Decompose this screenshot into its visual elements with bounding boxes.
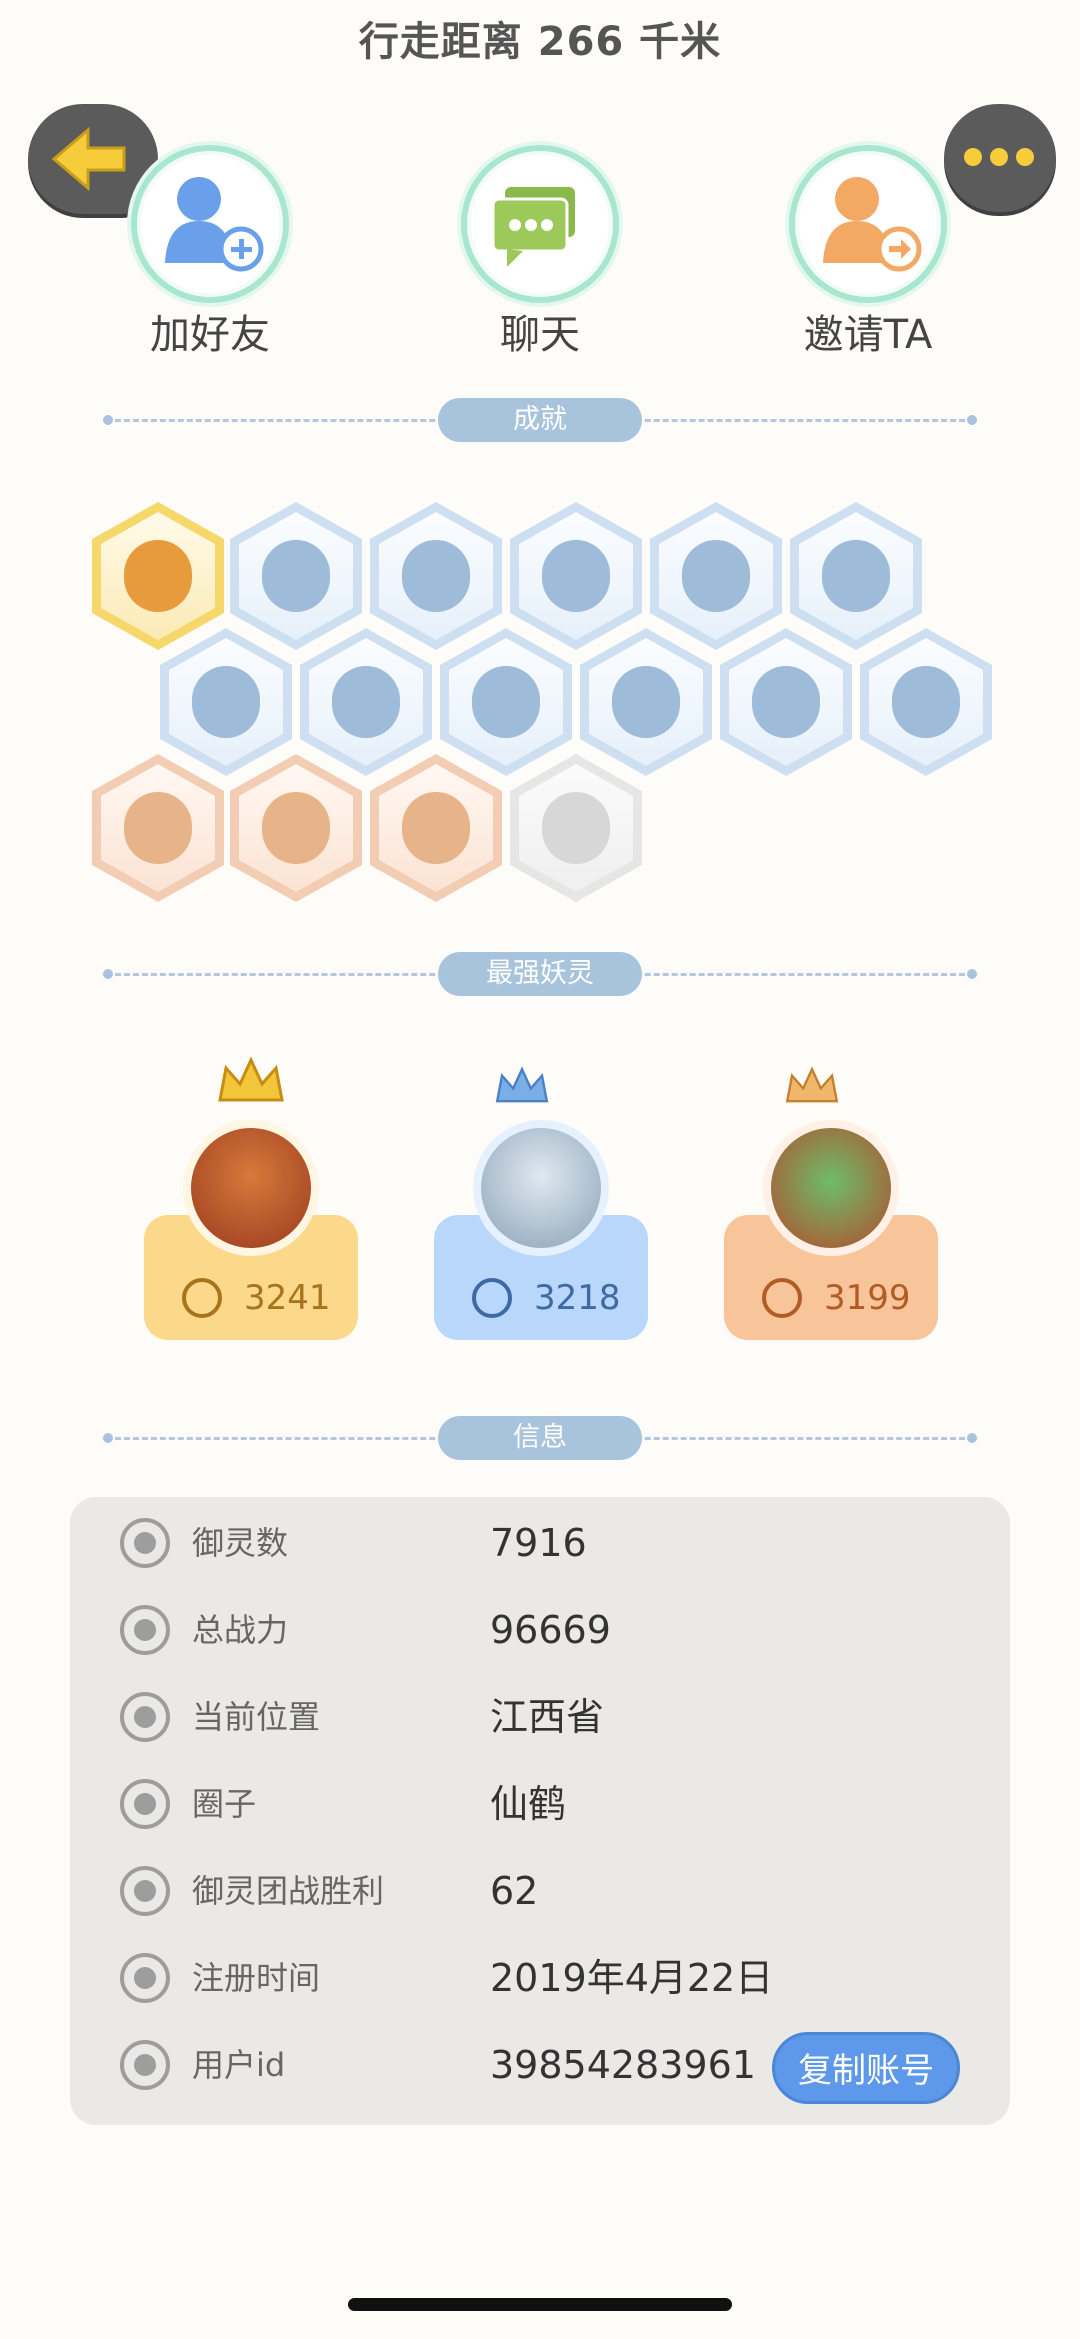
home-indicator[interactable]: [348, 2298, 732, 2311]
achievement-badge[interactable]: [720, 628, 852, 776]
achievements-divider: 成就: [103, 398, 977, 442]
id-card-icon: [120, 2040, 170, 2090]
info-value: 96669: [490, 1608, 611, 1652]
spirit-power: 3241: [244, 1278, 331, 1318]
strongest-divider: 最强妖灵: [103, 952, 977, 996]
add-friend-label: 加好友: [150, 312, 270, 358]
copy-account-button[interactable]: 复制账号: [772, 2032, 960, 2104]
info-label: 当前位置: [192, 1698, 321, 1736]
team-battle-icon: [120, 1866, 170, 1916]
achievement-badge[interactable]: [370, 754, 502, 902]
invite-icon: [789, 145, 947, 303]
info-label: 御灵团战胜利: [192, 1872, 385, 1910]
spirit-avatar: [473, 1120, 609, 1256]
strongest-spirit-3[interactable]: 3199: [724, 1050, 938, 1340]
sword-icon: [762, 1278, 802, 1318]
sword-icon: [472, 1278, 512, 1318]
more-dots-icon: [964, 148, 1034, 166]
info-label: 总战力: [192, 1611, 289, 1649]
info-value: 2019年4月22日: [490, 1956, 774, 2000]
clock-icon: [120, 1953, 170, 2003]
info-row-user-id: 用户id 39854283961 复制账号: [70, 2022, 1010, 2109]
info-row-circle: 圈子 仙鹤: [70, 1761, 1010, 1848]
info-value: 7916: [490, 1521, 587, 1565]
info-value: 62: [490, 1869, 539, 1913]
invite-label: 邀请TA: [803, 312, 933, 358]
info-value: 江西省: [490, 1695, 605, 1739]
achievements-heading: 成就: [438, 398, 642, 442]
invite-action[interactable]: 邀请TA: [768, 145, 968, 363]
strongest-spirit-1[interactable]: 3241: [144, 1050, 358, 1340]
spirit-avatar: [763, 1120, 899, 1256]
info-value: 39854283961: [490, 2043, 756, 2087]
info-value: 仙鹤: [490, 1782, 567, 1826]
info-divider: 信息: [103, 1416, 977, 1460]
circle-icon: [120, 1779, 170, 1829]
info-row-spirits: 御灵数 7916: [70, 1500, 1010, 1587]
location-pin-icon: [120, 1692, 170, 1742]
spirit-power: 3199: [824, 1278, 911, 1318]
info-label: 注册时间: [192, 1959, 321, 1997]
spirit-avatar: [183, 1120, 319, 1256]
sword-icon: [182, 1278, 222, 1318]
info-row-team-battle: 御灵团战胜利 62: [70, 1848, 1010, 1935]
info-row-register-date: 注册时间 2019年4月22日: [70, 1935, 1010, 2022]
info-row-location: 当前位置 江西省: [70, 1674, 1010, 1761]
strongest-spirit-2[interactable]: 3218: [434, 1050, 648, 1340]
spirit-icon: [120, 1518, 170, 1568]
sword-icon: [120, 1605, 170, 1655]
strongest-heading: 最强妖灵: [438, 952, 642, 996]
info-row-power: 总战力 96669: [70, 1587, 1010, 1674]
add-friend-icon: [131, 145, 289, 303]
info-label: 御灵数: [192, 1524, 289, 1562]
add-friend-action[interactable]: 加好友: [110, 145, 310, 363]
page-title: 行走距离 266 千米: [358, 19, 722, 65]
achievement-badge-locked[interactable]: [510, 754, 642, 902]
info-label: 用户id: [192, 2046, 286, 2084]
info-heading: 信息: [438, 1416, 642, 1460]
spirit-power: 3218: [534, 1278, 621, 1318]
chat-action[interactable]: 聊天: [440, 145, 640, 363]
gold-crown-icon: [218, 1056, 284, 1102]
chat-label: 聊天: [500, 312, 580, 358]
achievement-badge[interactable]: [860, 628, 992, 776]
achievement-badge[interactable]: [230, 754, 362, 902]
info-label: 圈子: [192, 1785, 257, 1823]
bronze-crown-icon: [785, 1066, 839, 1103]
info-panel: 御灵数 7916 总战力 96669 当前位置 江西省 圈子 仙鹤 御灵团战胜利…: [70, 1497, 1010, 2125]
achievement-badge[interactable]: [92, 754, 224, 902]
blue-crown-icon: [495, 1066, 549, 1103]
chat-icon: [461, 145, 619, 303]
